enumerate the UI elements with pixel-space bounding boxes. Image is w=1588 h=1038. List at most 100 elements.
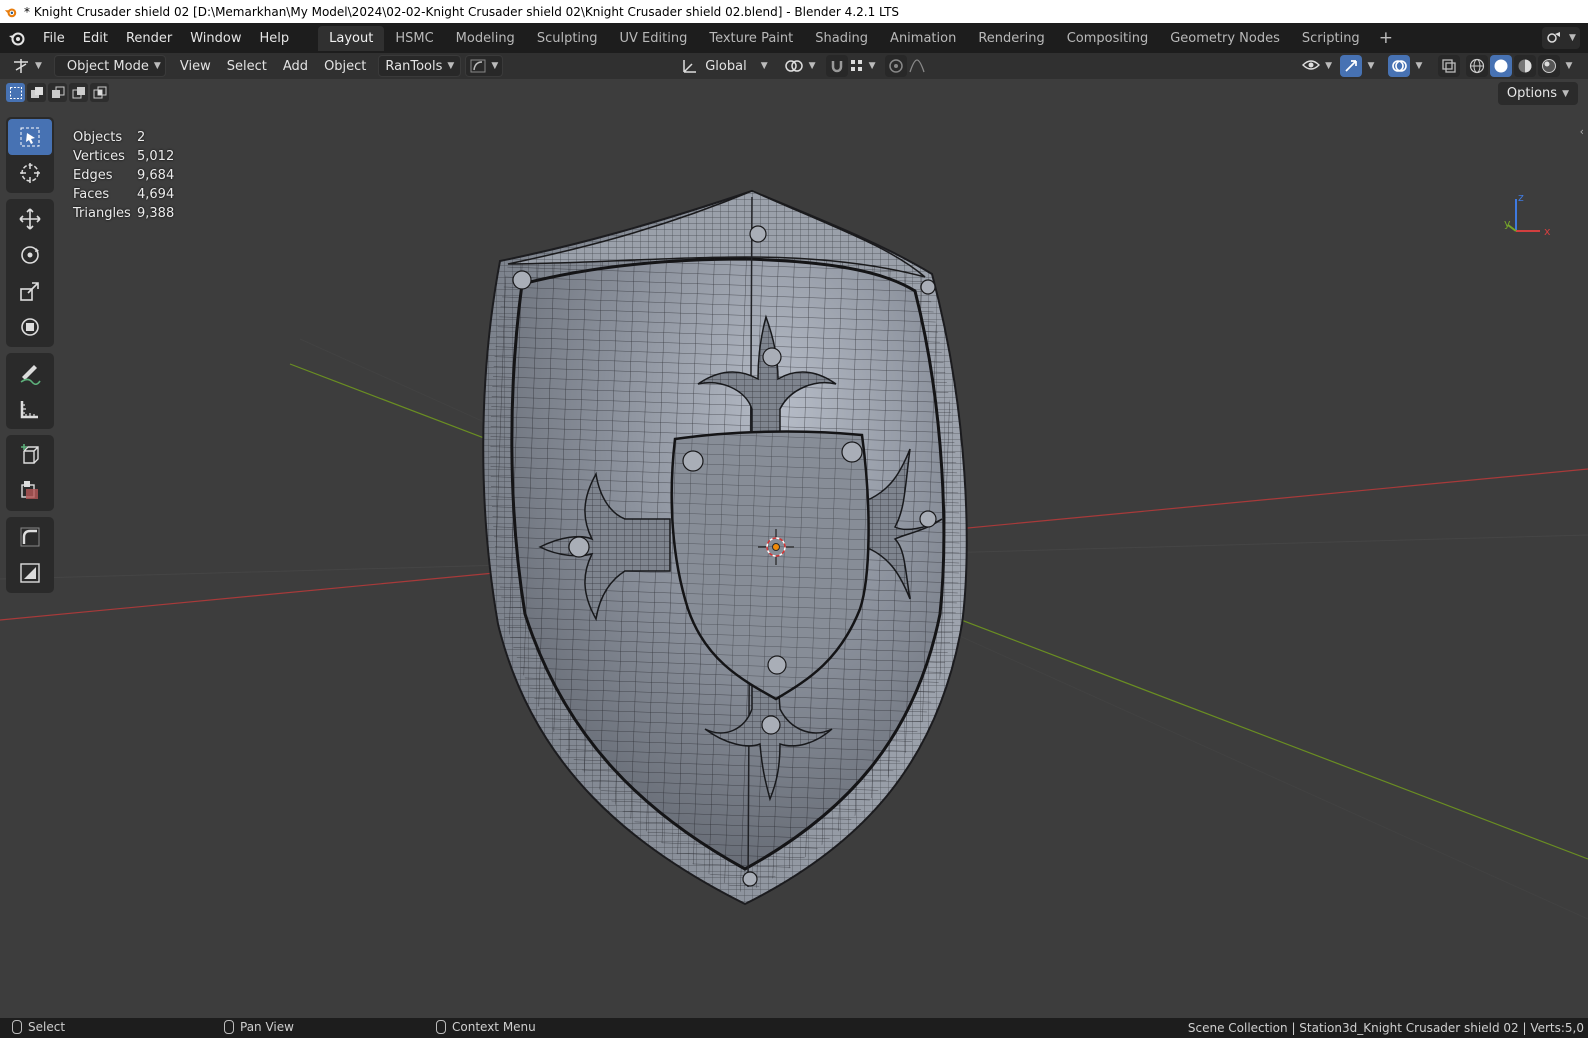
cage-tool-icon [20, 563, 40, 583]
menu-select[interactable]: Select [221, 55, 273, 77]
snap-icon [831, 61, 842, 73]
chevron-down-icon: ▼ [1415, 61, 1423, 71]
scene-selector-button[interactable]: ▼ [1542, 27, 1580, 49]
add-cube-tool-icon [21, 444, 39, 464]
wireframe-shading-button[interactable] [1466, 55, 1488, 77]
navigation-gizmo[interactable]: z x y [1500, 191, 1560, 243]
sidebar-toggle-icon[interactable]: ‹ [1580, 125, 1584, 138]
material-shading-icon [1518, 59, 1532, 73]
scene-icon [1547, 32, 1561, 43]
select-extend-button[interactable] [27, 83, 46, 102]
viewport-header: ▼ Object Mode ▼ View Select Add Object R… [0, 53, 1588, 79]
rantools-label: RanTools [385, 58, 443, 74]
top-bar: File Edit Render Window Help Layout HSMC… [0, 23, 1588, 53]
transform-orientation-dropdown[interactable]: Global ▼ [675, 55, 773, 77]
menu-file[interactable]: File [34, 28, 74, 49]
xray-toggle[interactable] [1438, 55, 1460, 77]
cursor-tool[interactable] [8, 155, 52, 191]
transform-tool[interactable] [8, 309, 52, 345]
add-workspace-icon[interactable]: + [1371, 28, 1401, 48]
select-new-button[interactable] [6, 83, 25, 102]
tab-geometry-nodes[interactable]: Geometry Nodes [1159, 26, 1291, 51]
tab-rendering[interactable]: Rendering [967, 26, 1055, 51]
chevron-down-icon: ▼ [1565, 61, 1573, 71]
tab-shading[interactable]: Shading [804, 26, 879, 51]
3d-viewport[interactable]: z x y ‹ [0, 79, 1588, 1018]
stat-edges-value: 9,684 [137, 168, 175, 183]
move-tool[interactable] [8, 201, 52, 237]
window-titlebar: * Knight Crusader shield 02 [D:\Memarkha… [0, 0, 1588, 23]
tab-animation[interactable]: Animation [879, 26, 967, 51]
tab-sculpting[interactable]: Sculpting [526, 26, 609, 51]
rendered-shading-button[interactable] [1538, 55, 1560, 77]
stat-edges-label: Edges [73, 168, 113, 183]
add-cube-tool[interactable] [8, 437, 52, 473]
tab-layout[interactable]: Layout [318, 25, 385, 51]
shading-dropdown[interactable]: ▼ [1562, 55, 1576, 77]
annotate-tool[interactable] [8, 355, 52, 391]
gizmo-dropdown[interactable]: ▼ [1364, 55, 1378, 77]
extra-tool-icon [21, 481, 38, 499]
rendered-shading-icon [1542, 59, 1556, 73]
scale-tool[interactable] [8, 273, 52, 309]
menu-object[interactable]: Object [318, 55, 372, 77]
rantools-dropdown[interactable]: RanTools ▼ [378, 55, 462, 77]
proportional-edit-toggle[interactable] [885, 55, 908, 77]
menu-window[interactable]: Window [181, 28, 250, 49]
select-box-tool[interactable] [8, 119, 52, 155]
pivot-point-dropdown[interactable]: ▼ [778, 55, 822, 77]
chevron-down-icon: ▼ [1367, 61, 1375, 71]
options-dropdown[interactable]: Options ▼ [1497, 82, 1578, 105]
menu-view[interactable]: View [174, 55, 217, 77]
menu-help[interactable]: Help [251, 28, 299, 49]
gizmo-z-label: z [1518, 191, 1524, 204]
blender-menu-icon[interactable] [6, 27, 28, 49]
cage-tool[interactable] [8, 555, 52, 591]
snap-toggle[interactable] [825, 55, 848, 77]
tab-compositing[interactable]: Compositing [1056, 26, 1160, 51]
measure-tool[interactable] [8, 391, 52, 427]
solid-shading-button[interactable] [1490, 55, 1512, 77]
menu-render[interactable]: Render [117, 28, 181, 49]
select-intersect-button[interactable] [90, 83, 109, 102]
falloff-dropdown[interactable] [907, 55, 929, 77]
gizmo-toggle[interactable] [1340, 55, 1362, 77]
tab-scripting[interactable]: Scripting [1291, 26, 1371, 51]
scale-tool-icon [20, 282, 39, 301]
orientation-label: Global [705, 58, 747, 74]
extra-objects-tool[interactable] [8, 473, 52, 509]
menu-add[interactable]: Add [277, 55, 314, 77]
tab-uv-editing[interactable]: UV Editing [609, 26, 699, 51]
tab-hsmc[interactable]: HSMC [384, 26, 444, 51]
tab-texture-paint[interactable]: Texture Paint [698, 26, 804, 51]
xray-icon [1442, 59, 1456, 73]
select-subtract-icon [51, 86, 64, 98]
mode-dropdown[interactable]: Object Mode ▼ [53, 55, 166, 77]
chevron-down-icon: ▼ [1325, 61, 1332, 71]
overlay-toggle[interactable] [1388, 55, 1410, 77]
tab-modeling[interactable]: Modeling [445, 26, 526, 51]
stat-vertices-label: Vertices [73, 149, 125, 164]
editor-type-button[interactable]: ▼ [6, 55, 48, 77]
status-left-click-label: Select [28, 1020, 66, 1034]
chevron-down-icon: ▼ [491, 61, 499, 71]
gizmo-icon [1345, 60, 1357, 72]
select-invert-button[interactable] [69, 83, 88, 102]
status-right-click-label: Context Menu [452, 1020, 536, 1034]
snap-target-dropdown[interactable]: ▼ [848, 55, 878, 77]
mode-label: Object Mode [66, 58, 149, 74]
overlay-dropdown[interactable]: ▼ [1412, 55, 1426, 77]
select-box-tool-icon [20, 127, 40, 147]
visibility-dropdown[interactable]: ▼ [1300, 55, 1334, 77]
blender-logo-icon [4, 8, 17, 17]
select-subtract-button[interactable] [48, 83, 67, 102]
stat-faces-label: Faces [73, 187, 110, 202]
bend-tool[interactable] [8, 519, 52, 555]
material-shading-button[interactable] [1514, 55, 1536, 77]
select-new-icon [9, 86, 22, 99]
rotate-tool[interactable] [8, 237, 52, 273]
stat-vertices-value: 5,012 [137, 149, 175, 164]
menu-edit[interactable]: Edit [74, 28, 117, 49]
select-invert-icon [72, 86, 85, 98]
curve-tool-dropdown[interactable]: ▼ [465, 55, 504, 77]
